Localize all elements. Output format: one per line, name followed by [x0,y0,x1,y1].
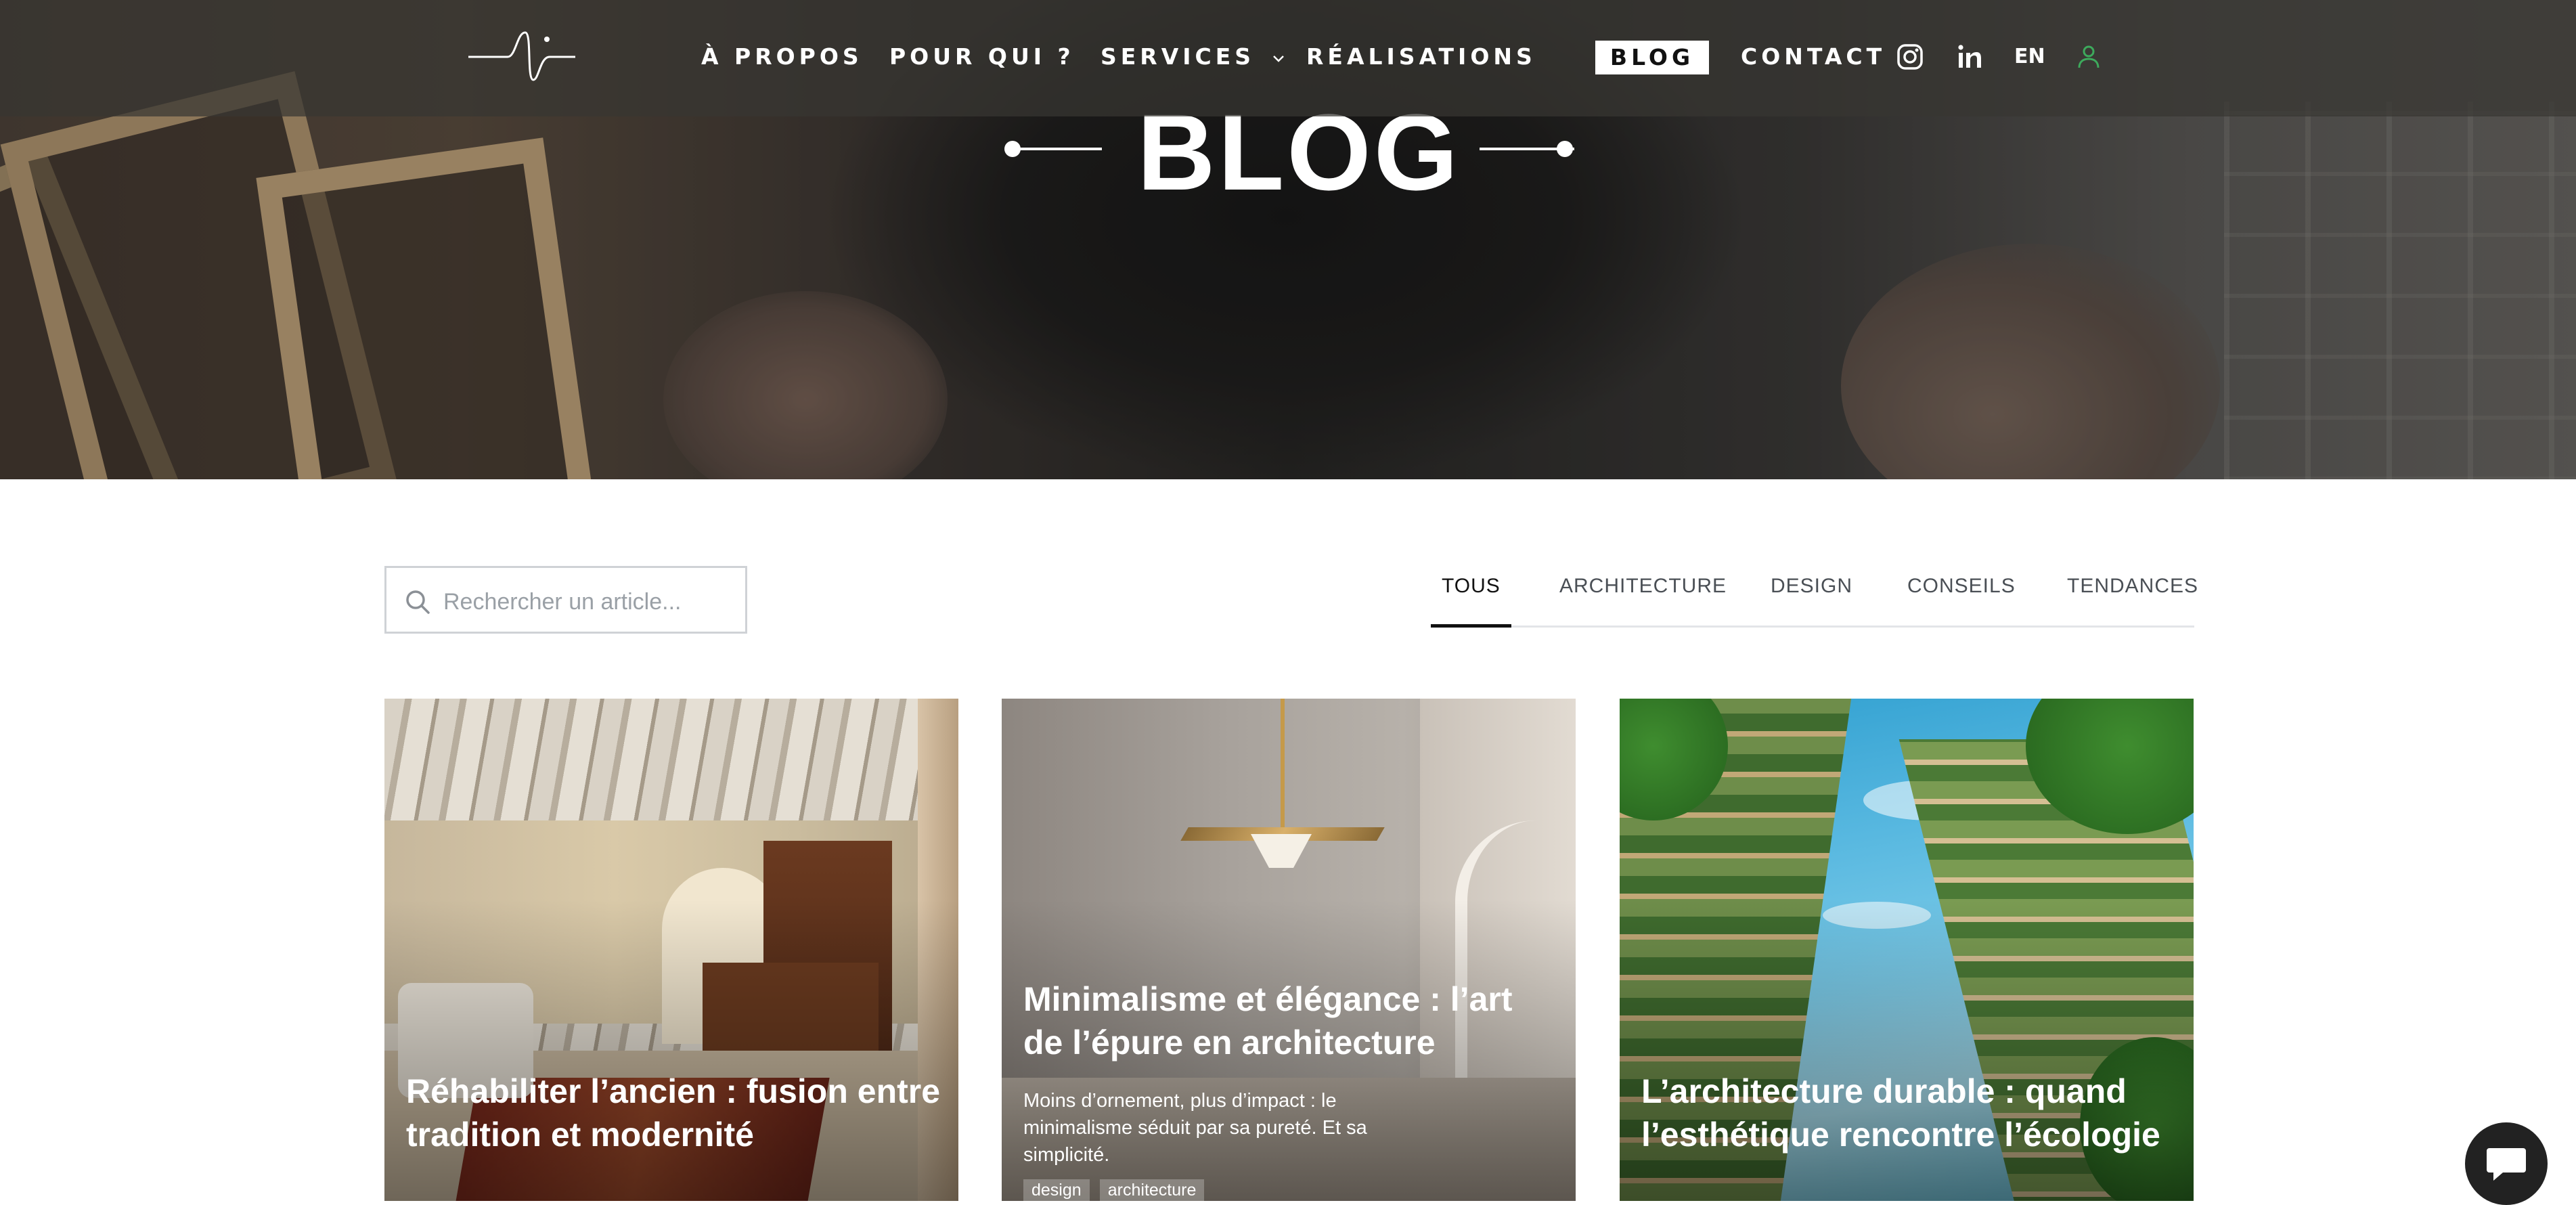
tab-conseils[interactable]: CONSEILS [1907,562,2016,626]
tab-tous[interactable]: TOUS [1431,562,1511,628]
tab-design[interactable]: DESIGN [1771,562,1852,626]
linkedin-icon[interactable] [1955,42,1984,72]
article-title[interactable]: L’architecture durable : quand l’esthéti… [1641,1070,2176,1156]
nav-item-pour-qui[interactable]: POUR QUI ? [889,39,1075,74]
nav-item-services-label: SERVICES [1101,43,1256,70]
tab-architecture[interactable]: ARCHITECTURE [1559,562,1727,626]
chat-icon [2487,1148,2526,1181]
nav-item-contact[interactable]: CONTACT [1741,39,1886,74]
article-card[interactable]: Minimalisme et élégance : l’art de l’épu… [1002,699,1576,1201]
search-icon [406,590,430,614]
nav-item-blog[interactable]: BLOG [1595,41,1709,74]
top-navigation: À PROPOS POUR QUI ? SERVICES RÉALISATION… [0,0,2576,116]
tag-architecture[interactable]: architecture [1099,1179,1205,1201]
tag-design[interactable]: design [1023,1179,1090,1201]
article-excerpt: Moins d’ornement, plus d’impact : le min… [1023,1090,1367,1166]
article-title[interactable]: Minimalisme et élégance : l’art de l’épu… [1023,978,1558,1064]
title-decoration-left [1007,148,1102,150]
nav-item-a-propos[interactable]: À PROPOS [701,39,863,74]
title-decoration-dot-left [1004,141,1021,157]
nav-item-services[interactable]: SERVICES [1101,39,1286,74]
tab-tendances[interactable]: TENDANCES [2067,562,2198,626]
instagram-icon[interactable] [1895,42,1925,72]
search-input[interactable] [442,582,729,622]
nav-item-realisations[interactable]: RÉALISATIONS [1306,39,1536,74]
chat-button[interactable] [2465,1122,2548,1205]
article-tags: design architecture [1023,1179,1211,1201]
category-tabs: TOUS ARCHITECTURE DESIGN CONSEILS TENDAN… [1431,562,2198,628]
article-title[interactable]: Réhabiliter l’ancien : fusion entre trad… [406,1070,941,1156]
logo[interactable] [467,30,578,84]
title-decoration-dot-right [1557,141,1573,157]
article-card[interactable]: L’architecture durable : quand l’esthéti… [1620,699,2194,1201]
language-switch[interactable]: EN [2014,42,2045,72]
user-icon[interactable] [2074,42,2104,72]
article-card[interactable]: Réhabiliter l’ancien : fusion entre trad… [384,699,958,1201]
chevron-down-icon [1272,55,1284,62]
search-box [384,566,747,634]
